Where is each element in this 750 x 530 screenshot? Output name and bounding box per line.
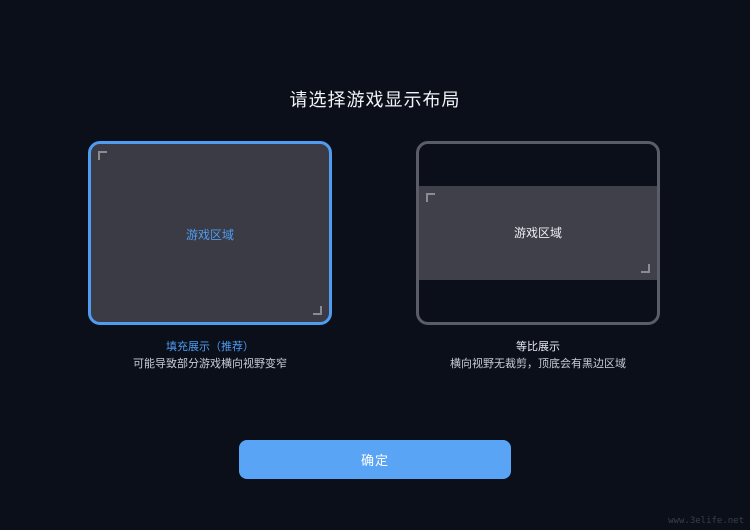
game-area-band: 游戏区域 <box>419 186 657 280</box>
game-area-label: 游戏区域 <box>513 226 562 240</box>
option-fill-description: 可能导致部分游戏横向视野变窄 <box>133 357 287 370</box>
option-fill-caption[interactable]: 填充展示（推荐） 可能导致部分游戏横向视野变窄 <box>60 338 360 372</box>
corner-bottom-right-icon <box>641 264 650 273</box>
site-watermark: www.3elife.net <box>668 516 744 526</box>
corner-top-left-icon <box>98 151 107 160</box>
option-fit-description: 横向视野无裁剪，顶底会有黑边区域 <box>450 357 626 370</box>
game-area-label: 游戏区域 <box>185 228 234 242</box>
corner-bottom-right-icon <box>313 306 322 315</box>
dialog-title: 请选择游戏显示布局 <box>289 90 461 111</box>
option-fit-title: 等比展示 <box>516 340 560 353</box>
option-fill-title: 填充展示（推荐） <box>166 340 254 353</box>
confirm-button[interactable]: 确定 <box>239 440 511 479</box>
corner-top-left-icon <box>426 193 435 202</box>
option-fit-card[interactable]: 游戏区域 <box>416 141 660 325</box>
option-fill-card[interactable]: 游戏区域 <box>88 141 332 325</box>
option-fit-caption[interactable]: 等比展示 横向视野无裁剪，顶底会有黑边区域 <box>388 338 688 372</box>
